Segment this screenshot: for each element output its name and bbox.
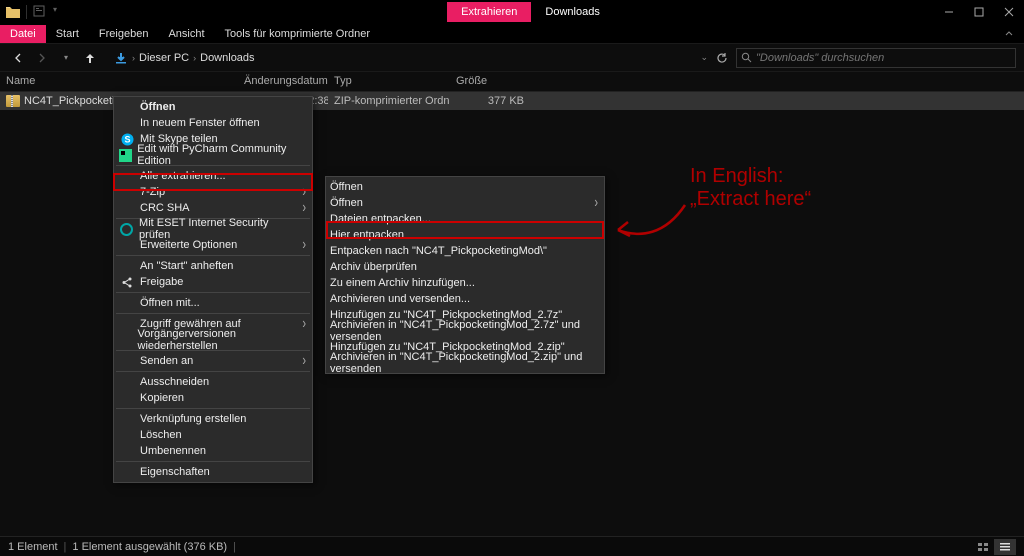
- ctx-separator: [116, 292, 310, 293]
- back-button[interactable]: [8, 48, 28, 68]
- up-button[interactable]: [80, 48, 100, 68]
- ctx-extract-all[interactable]: Alle extrahieren...: [114, 168, 312, 184]
- ctx-cut[interactable]: Ausschneiden: [114, 374, 312, 390]
- status-item-count: 1 Element: [8, 541, 58, 553]
- crumb-this-pc[interactable]: Dieser PC: [139, 52, 189, 64]
- skype-icon: S: [118, 132, 136, 146]
- ctx-open-new-window[interactable]: In neuem Fenster öffnen: [114, 115, 312, 131]
- address-bar: ▾ › Dieser PC › Downloads ⌄: [0, 44, 1024, 72]
- column-headers: Name Änderungsdatum Typ Größe: [0, 72, 1024, 92]
- ctx-share[interactable]: Freigabe: [114, 274, 312, 290]
- ctx-separator: [116, 461, 310, 462]
- sub-extract-files[interactable]: Dateien entpacken...: [326, 211, 604, 227]
- refresh-button[interactable]: [712, 48, 732, 68]
- window-title: Downloads: [531, 2, 613, 22]
- ctx-send-to[interactable]: Senden an: [114, 353, 312, 369]
- ctx-separator: [116, 408, 310, 409]
- ctx-restore-versions[interactable]: Vorgängerversionen wiederherstellen: [114, 332, 312, 348]
- sub-compress-send[interactable]: Archivieren und versenden...: [326, 291, 604, 307]
- ctx-crc-sha[interactable]: CRC SHA: [114, 200, 312, 216]
- ctx-separator: [116, 371, 310, 372]
- file-size-label: 377 KB: [450, 93, 530, 109]
- sub-compress-7z-send[interactable]: Archivieren in "NC4T_PickpocketingMod_2.…: [326, 323, 604, 339]
- status-bar: 1 Element | 1 Element ausgewählt (376 KB…: [0, 536, 1024, 556]
- context-menu: Öffnen In neuem Fenster öffnen SMit Skyp…: [113, 96, 313, 483]
- minimize-button[interactable]: [934, 0, 964, 24]
- sub-open[interactable]: Öffnen: [326, 179, 604, 195]
- sub-test-archive[interactable]: Archiv überprüfen: [326, 259, 604, 275]
- sub-open-as[interactable]: Öffnen: [326, 195, 604, 211]
- crumb-downloads[interactable]: Downloads: [200, 52, 254, 64]
- ribbon-tabs: Datei Start Freigeben Ansicht Tools für …: [0, 24, 1024, 44]
- search-icon: [741, 52, 752, 63]
- column-header-name[interactable]: Name: [0, 72, 238, 91]
- search-input[interactable]: [756, 52, 1011, 64]
- status-selected: 1 Element ausgewählt (376 KB): [72, 541, 227, 553]
- ctx-open[interactable]: Öffnen: [114, 99, 312, 115]
- ribbon-tab-start[interactable]: Start: [46, 25, 89, 43]
- forward-button[interactable]: [32, 48, 52, 68]
- ribbon-tab-view[interactable]: Ansicht: [158, 25, 214, 43]
- eset-icon: [118, 222, 135, 236]
- ctx-rename[interactable]: Umbenennen: [114, 443, 312, 459]
- ctx-create-shortcut[interactable]: Verknüpfung erstellen: [114, 411, 312, 427]
- ctx-separator: [116, 313, 310, 314]
- downloads-icon: [114, 51, 128, 65]
- search-box[interactable]: [736, 48, 1016, 68]
- maximize-button[interactable]: [964, 0, 994, 24]
- ctx-edit-pycharm[interactable]: Edit with PyCharm Community Edition: [114, 147, 312, 163]
- ctx-advanced-options[interactable]: Erweiterte Optionen: [114, 237, 312, 253]
- pycharm-icon: [118, 148, 133, 162]
- ribbon-tab-file[interactable]: Datei: [0, 25, 46, 43]
- ctx-7zip[interactable]: 7-Zip: [114, 184, 312, 200]
- close-button[interactable]: [994, 0, 1024, 24]
- sub-compress-zip-send[interactable]: Archivieren in "NC4T_PickpocketingMod_2.…: [326, 355, 604, 371]
- breadcrumb-bar[interactable]: › Dieser PC › Downloads: [110, 49, 690, 67]
- ctx-delete[interactable]: Löschen: [114, 427, 312, 443]
- folder-icon: [6, 5, 20, 19]
- ctx-eset-scan[interactable]: Mit ESET Internet Security prüfen: [114, 221, 312, 237]
- sub-extract-here[interactable]: Hier entpacken: [326, 227, 604, 243]
- annotation-text: In English: „Extract here“: [690, 165, 811, 211]
- title-context-tabs: Extrahieren Downloads: [447, 2, 614, 22]
- annotation-arrow: [610, 200, 690, 245]
- sub-extract-to[interactable]: Entpacken nach "NC4T_PickpocketingMod\": [326, 243, 604, 259]
- chevron-right-icon: ›: [193, 53, 196, 63]
- column-header-date[interactable]: Änderungsdatum: [238, 72, 328, 91]
- column-header-size[interactable]: Größe: [450, 72, 530, 91]
- share-icon: [118, 275, 136, 289]
- address-dropdown-button[interactable]: ⌄: [700, 52, 708, 63]
- ctx-properties[interactable]: Eigenschaften: [114, 464, 312, 480]
- view-large-icons-button[interactable]: [972, 539, 994, 555]
- ctx-copy[interactable]: Kopieren: [114, 390, 312, 406]
- ribbon-collapse-button[interactable]: [1004, 29, 1024, 39]
- context-tab-extract[interactable]: Extrahieren: [447, 2, 531, 22]
- chevron-right-icon: ›: [132, 53, 135, 63]
- ctx-open-with[interactable]: Öffnen mit...: [114, 295, 312, 311]
- file-type-label: ZIP-komprimierter Ordner: [328, 93, 450, 109]
- ctx-separator: [116, 255, 310, 256]
- context-submenu-7zip: Öffnen Öffnen Dateien entpacken... Hier …: [325, 176, 605, 374]
- title-bar: ▾ Extrahieren Downloads: [0, 0, 1024, 24]
- view-details-button[interactable]: [994, 539, 1016, 555]
- svg-text:S: S: [124, 134, 130, 144]
- ribbon-tab-compressed-tools[interactable]: Tools für komprimierte Ordner: [215, 25, 381, 43]
- column-header-type[interactable]: Typ: [328, 72, 450, 91]
- sub-add-to-archive[interactable]: Zu einem Archiv hinzufügen...: [326, 275, 604, 291]
- qat-divider: [26, 5, 27, 19]
- recent-locations-button[interactable]: ▾: [56, 48, 76, 68]
- qat-properties-icon[interactable]: [33, 5, 47, 19]
- ribbon-tab-share[interactable]: Freigeben: [89, 25, 159, 43]
- qat-dropdown-icon[interactable]: ▾: [53, 5, 67, 19]
- zip-file-icon: [6, 95, 20, 107]
- ctx-pin-start[interactable]: An "Start" anheften: [114, 258, 312, 274]
